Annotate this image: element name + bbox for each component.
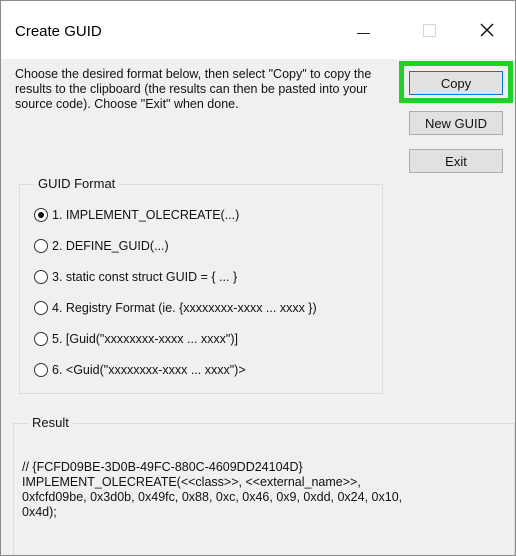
- create-guid-dialog: Create GUID Choose the desired format be…: [0, 0, 516, 556]
- result-legend: Result: [28, 415, 73, 430]
- radio-button[interactable]: [34, 332, 48, 346]
- title-bar[interactable]: Create GUID: [1, 1, 515, 59]
- format-option-guid-attribute-brackets[interactable]: 5. [Guid("xxxxxxxx-xxxx ... xxxx")]: [34, 329, 238, 349]
- close-icon: [480, 23, 494, 37]
- format-option-define-guid[interactable]: 2. DEFINE_GUID(...): [34, 236, 169, 256]
- exit-button[interactable]: Exit: [409, 149, 503, 173]
- format-option-label: 1. IMPLEMENT_OLECREATE(...): [52, 208, 240, 222]
- format-option-label: 3. static const struct GUID = { ... }: [52, 270, 238, 284]
- instructions-text: Choose the desired format below, then se…: [15, 67, 372, 111]
- radio-button[interactable]: [34, 239, 48, 253]
- radio-button[interactable]: [34, 208, 48, 222]
- radio-button[interactable]: [34, 363, 48, 377]
- radio-button[interactable]: [34, 270, 48, 284]
- format-option-label: 2. DEFINE_GUID(...): [52, 239, 169, 253]
- guid-format-legend: GUID Format: [34, 176, 120, 191]
- result-text: // {FCFD09BE-3D0B-49FC-880C-4609DD24104D…: [22, 460, 403, 519]
- format-option-implement-olecreate[interactable]: 1. IMPLEMENT_OLECREATE(...): [34, 205, 239, 225]
- format-option-guid-attribute-angle[interactable]: 6. <Guid("xxxxxxxx-xxxx ... xxxx")>: [34, 360, 246, 380]
- minimize-button[interactable]: [341, 13, 385, 47]
- format-option-label: 5. [Guid("xxxxxxxx-xxxx ... xxxx")]: [52, 332, 238, 346]
- close-button[interactable]: [465, 13, 509, 47]
- format-option-label: 4. Registry Format (ie. {xxxxxxxx-xxxx .…: [52, 301, 317, 315]
- format-option-static-const-struct[interactable]: 3. static const struct GUID = { ... }: [34, 267, 237, 287]
- format-option-label: 6. <Guid("xxxxxxxx-xxxx ... xxxx")>: [52, 363, 246, 377]
- maximize-button: [407, 13, 451, 47]
- copy-button[interactable]: Copy: [409, 71, 503, 95]
- new-guid-button[interactable]: New GUID: [409, 111, 503, 135]
- result-group: Result // {FCFD09BE-3D0B-49FC-880C-4609D…: [13, 415, 515, 555]
- format-option-registry-format[interactable]: 4. Registry Format (ie. {xxxxxxxx-xxxx .…: [34, 298, 317, 318]
- window-title: Create GUID: [15, 23, 102, 40]
- radio-button[interactable]: [34, 301, 48, 315]
- guid-format-group: GUID Format 1. IMPLEMENT_OLECREATE(...) …: [19, 176, 383, 394]
